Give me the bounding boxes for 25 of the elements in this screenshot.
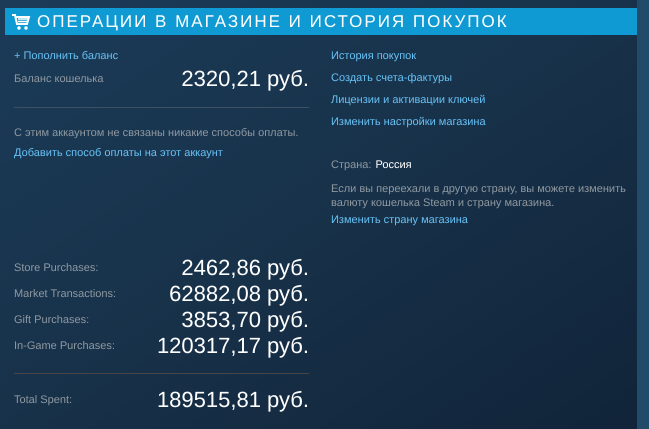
store-link[interactable]: История покупок xyxy=(331,49,631,64)
spending-amount: 2462,86 руб. xyxy=(181,255,309,281)
spending-label: In-Game Purchases: xyxy=(14,338,115,354)
store-link[interactable]: Создать счета-фактуры xyxy=(331,71,631,86)
balance-amount: 2320,21 руб. xyxy=(181,65,309,93)
payment-note: С этим аккаунтом не связаны никакие способы оплаты. xyxy=(14,126,300,141)
add-payment-link[interactable]: Добавить способ оплаты на этот аккаунт xyxy=(14,144,309,161)
spending-label: Store Purchases: xyxy=(14,260,98,276)
section-title: ОПЕРАЦИИ В МАГАЗИНЕ И ИСТОРИЯ ПОКУПОК xyxy=(37,10,509,33)
spending-label: Market Transactions: xyxy=(14,286,116,302)
country-label: Страна: xyxy=(331,158,372,173)
country-value: Россия xyxy=(375,158,412,173)
add-funds-link[interactable]: + Пополнить баланс xyxy=(14,49,309,63)
total-amount: 189515,81 руб. xyxy=(156,386,309,414)
spending-amount: 120317,17 руб. xyxy=(156,333,309,359)
cart-icon xyxy=(11,12,31,30)
total-label: Total Spent: xyxy=(14,392,72,408)
spending-label: Gift Purchases: xyxy=(14,312,90,328)
spending-amount: 62882,08 руб. xyxy=(169,281,309,307)
store-link[interactable]: Лицензии и активации ключей xyxy=(331,93,631,108)
store-link[interactable]: Изменить настройки магазина xyxy=(331,115,631,130)
change-country-link[interactable]: Изменить страну магазина xyxy=(331,212,631,228)
spending-amount: 3853,70 руб. xyxy=(181,307,309,333)
country-note: Если вы переехали в другую страну, вы можете изменить валюту кошелька Steam и страну магазина. xyxy=(331,182,627,210)
balance-label: Баланс кошелька xyxy=(14,72,104,87)
